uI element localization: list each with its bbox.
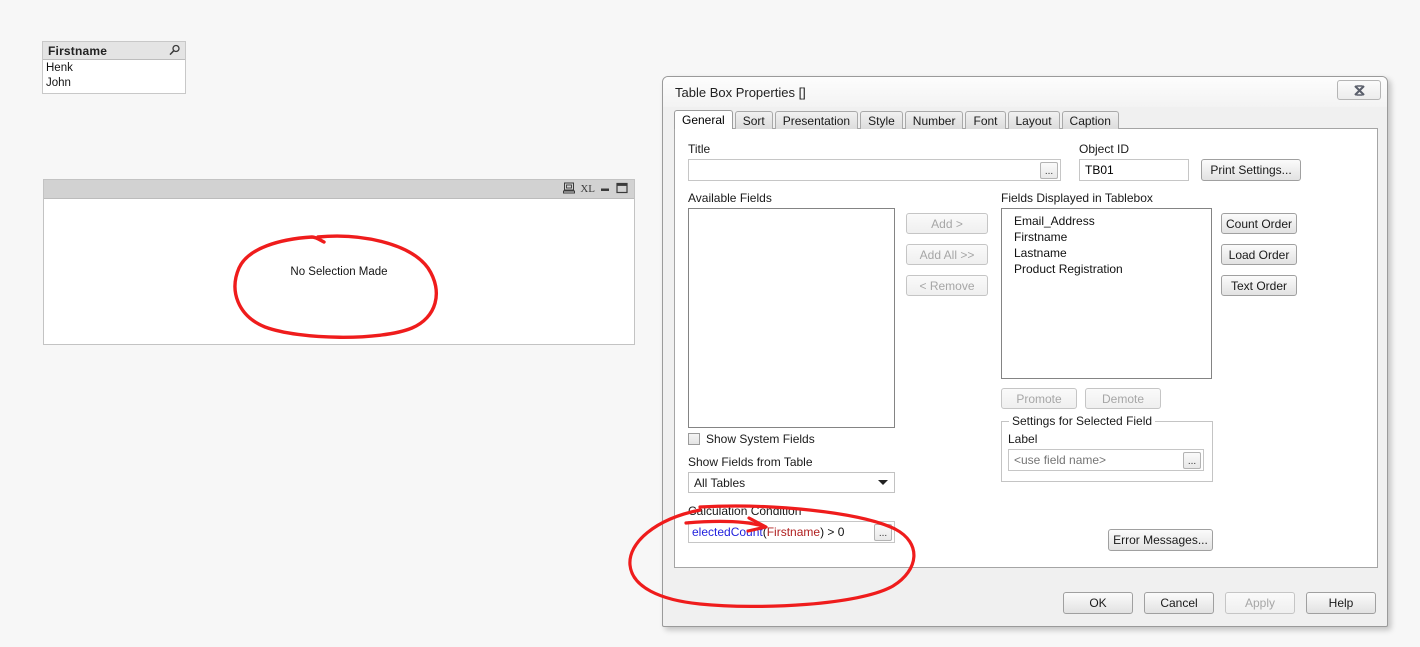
show-system-fields-checkbox[interactable] (688, 433, 700, 445)
text-order-button[interactable]: Text Order (1221, 275, 1297, 296)
dialog-tabstrip: General Sort Presentation Style Number F… (674, 110, 1119, 129)
apply-button[interactable]: Apply (1225, 592, 1295, 614)
show-system-fields-row[interactable]: Show System Fields (688, 432, 815, 446)
label-browse-button[interactable]: ... (1183, 451, 1201, 469)
print-settings-button[interactable]: Print Settings... (1201, 159, 1301, 181)
list-item[interactable]: Email_Address (1014, 213, 1211, 229)
tablebox-body: No Selection Made (44, 199, 634, 344)
tab-font[interactable]: Font (965, 111, 1006, 129)
object-id-input[interactable] (1079, 159, 1189, 181)
show-fields-from-table-label: Show Fields from Table (688, 455, 813, 469)
label-input-wrapper: ... (1008, 449, 1204, 471)
show-system-fields-label: Show System Fields (706, 432, 815, 446)
list-item[interactable]: John (46, 76, 185, 91)
list-item[interactable]: Firstname (1014, 229, 1211, 245)
tablebox-object[interactable]: XL No Selection Made (43, 179, 635, 345)
label-label: Label (1008, 432, 1038, 446)
dialog-titlebar[interactable]: Table Box Properties [] (663, 77, 1387, 107)
listbox-object-firstname[interactable]: Firstname Henk John (42, 41, 186, 94)
tab-general[interactable]: General (674, 110, 733, 129)
listbox-rows: Henk John (43, 60, 185, 91)
ok-button[interactable]: OK (1063, 592, 1133, 614)
tab-caption[interactable]: Caption (1061, 111, 1119, 129)
table-box-properties-dialog: Table Box Properties [] General Sort Pre… (662, 76, 1388, 627)
fields-displayed-listbox[interactable]: Email_Address Firstname Lastname Product… (1001, 208, 1212, 379)
object-id-label: Object ID (1079, 142, 1130, 156)
add-button[interactable]: Add > (906, 213, 988, 234)
add-all-button[interactable]: Add All >> (906, 244, 988, 265)
tablebox-caption: XL (44, 180, 634, 199)
print-icon[interactable] (563, 182, 576, 197)
label-input[interactable] (1009, 450, 1183, 470)
listbox-title: Firstname (48, 43, 108, 58)
no-selection-made-text: No Selection Made (290, 265, 388, 278)
calc-token-comparison: > 0 (824, 525, 845, 539)
help-button[interactable]: Help (1306, 592, 1376, 614)
title-browse-button[interactable]: ... (1040, 161, 1058, 179)
tab-number[interactable]: Number (904, 111, 964, 129)
maximize-icon[interactable] (616, 182, 628, 197)
available-fields-label: Available Fields (688, 191, 772, 205)
load-order-button[interactable]: Load Order (1221, 244, 1297, 265)
settings-group-label: Settings for Selected Field (1009, 414, 1156, 428)
close-button[interactable] (1337, 80, 1381, 100)
tab-style[interactable]: Style (860, 111, 903, 129)
table-select-value: All Tables (694, 475, 746, 490)
xl-export-label[interactable]: XL (580, 183, 595, 195)
listbox-caption: Firstname (43, 42, 185, 60)
show-fields-from-table-select[interactable]: All Tables (688, 472, 895, 493)
calc-token-field: Firstname (766, 525, 821, 539)
magnifier-icon[interactable] (168, 44, 181, 57)
title-label: Title (688, 142, 711, 156)
cancel-button[interactable]: Cancel (1144, 592, 1214, 614)
error-messages-button[interactable]: Error Messages... (1108, 529, 1213, 551)
calculation-condition-browse-button[interactable]: ... (874, 523, 892, 541)
chevron-down-icon (878, 480, 888, 485)
title-input[interactable] (689, 160, 1040, 180)
calculation-condition-label: Calculation Condition (688, 504, 802, 518)
count-order-button[interactable]: Count Order (1221, 213, 1297, 234)
available-fields-listbox[interactable] (688, 208, 895, 428)
dialog-title: Table Box Properties [] (675, 84, 806, 100)
tab-panel-general: Title ... Object ID Print Settings... Av… (674, 128, 1378, 568)
promote-button[interactable]: Promote (1001, 388, 1077, 409)
list-item[interactable]: Henk (46, 61, 185, 76)
list-item[interactable]: Lastname (1014, 245, 1211, 261)
minimize-icon[interactable] (600, 182, 611, 196)
fields-displayed-label: Fields Displayed in Tablebox (1001, 191, 1153, 205)
calculation-condition-input-wrapper[interactable]: electedCount(Firstname) > 0 ... (688, 521, 895, 543)
demote-button[interactable]: Demote (1085, 388, 1161, 409)
list-item[interactable]: Product Registration (1014, 261, 1211, 277)
tab-presentation[interactable]: Presentation (774, 111, 859, 129)
remove-button[interactable]: < Remove (906, 275, 988, 296)
tab-sort[interactable]: Sort (734, 111, 773, 129)
calc-token-function: electedCount (692, 525, 763, 539)
close-icon (1353, 84, 1366, 97)
calculation-condition-value: electedCount(Firstname) > 0 (689, 525, 874, 539)
title-input-wrapper: ... (688, 159, 1061, 181)
tab-layout[interactable]: Layout (1007, 111, 1060, 129)
